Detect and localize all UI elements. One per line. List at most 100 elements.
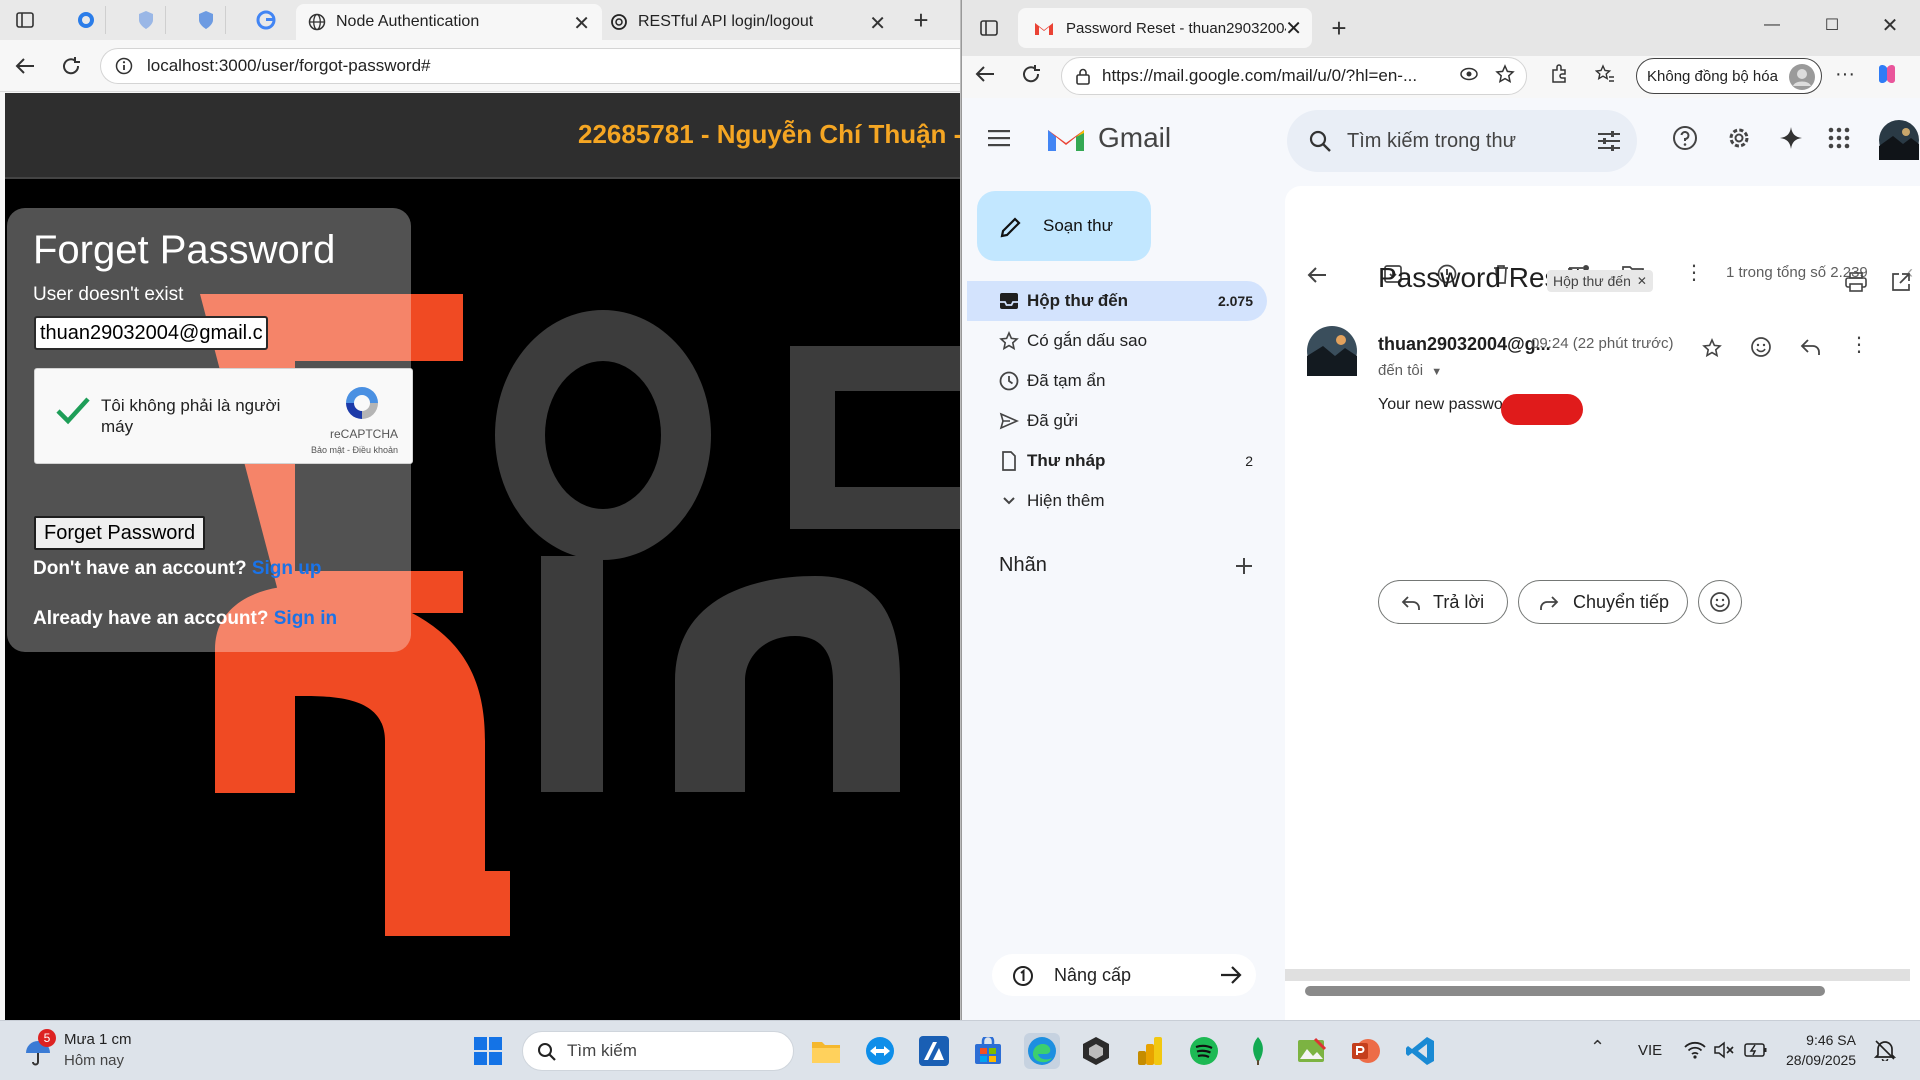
- forward-button[interactable]: Chuyển tiếp: [1518, 580, 1688, 624]
- star-icon: [999, 331, 1019, 351]
- tracking-icon[interactable]: [1452, 60, 1486, 88]
- tab-restful-api[interactable]: RESTful API login/logout ✕: [598, 4, 898, 40]
- input-language[interactable]: VIE: [1638, 1042, 1662, 1059]
- nav-item-more[interactable]: Hiện thêm: [967, 481, 1267, 521]
- nav-item-sent[interactable]: Đã gửi: [967, 401, 1267, 441]
- pinned-tab-1[interactable]: [66, 6, 106, 34]
- nav-item-snoozed[interactable]: Đã tạm ẩn: [967, 361, 1267, 401]
- powerpoint-icon[interactable]: [1348, 1033, 1384, 1069]
- pinned-tab-3[interactable]: [186, 6, 226, 34]
- copilot-icon[interactable]: [1870, 60, 1904, 88]
- battery-charging-icon[interactable]: [1744, 1041, 1768, 1059]
- reply-icon[interactable]: [1800, 338, 1820, 356]
- teamviewer-icon[interactable]: [862, 1033, 898, 1069]
- captcha-links[interactable]: Bảo mật - Điều khoản: [311, 445, 398, 455]
- help-icon[interactable]: [1668, 124, 1702, 152]
- sender-name[interactable]: thuan29032004@g...: [1378, 334, 1551, 355]
- clock-time[interactable]: 9:46 SA: [1786, 1032, 1856, 1048]
- mail-search-input[interactable]: Tìm kiếm trong thư: [1287, 110, 1637, 172]
- star-message-icon[interactable]: [1702, 338, 1722, 358]
- google-tab-icon[interactable]: [246, 6, 286, 34]
- nav-label: Thư nháp: [1027, 451, 1106, 470]
- message-view: ⋮ 1 trong tổng số 2.239 ‹ Password Reset…: [1285, 186, 1920, 1020]
- wifi-icon[interactable]: [1684, 1041, 1706, 1059]
- horizontal-scrollbar[interactable]: [1305, 986, 1825, 996]
- close-window-icon[interactable]: ✕: [1866, 10, 1914, 40]
- favorite-star-icon[interactable]: [1488, 60, 1522, 88]
- chevron-up-icon[interactable]: ⌃: [1590, 1037, 1605, 1058]
- print-icon[interactable]: [1845, 272, 1867, 292]
- refresh-icon[interactable]: [54, 52, 88, 80]
- signin-link[interactable]: Sign in: [274, 608, 337, 629]
- back-icon[interactable]: [968, 60, 1002, 88]
- clock-date[interactable]: 28/09/2025: [1786, 1052, 1856, 1068]
- back-icon[interactable]: [8, 52, 42, 80]
- favorites-icon[interactable]: [1588, 60, 1622, 88]
- remove-label-icon[interactable]: ✕: [1637, 274, 1647, 288]
- nav-count: 2.075: [1217, 293, 1253, 309]
- upgrade-button[interactable]: Nâng cấp: [992, 954, 1256, 996]
- add-label-icon[interactable]: [1234, 556, 1254, 576]
- main-menu-icon[interactable]: [982, 124, 1016, 152]
- extensions-icon[interactable]: [1542, 60, 1576, 88]
- pinned-tab-2[interactable]: [126, 6, 166, 34]
- emoji-button[interactable]: [1698, 580, 1742, 624]
- new-tab-icon[interactable]: +: [1322, 13, 1356, 43]
- forget-password-button[interactable]: Forget Password: [34, 516, 206, 550]
- more-message-options-icon[interactable]: ⋮: [1849, 332, 1869, 357]
- nav-item-starred[interactable]: Có gắn dấu sao: [967, 321, 1267, 361]
- notification-bell-icon[interactable]: [1874, 1039, 1896, 1061]
- tab-title: RESTful API login/logout: [638, 13, 814, 30]
- recaptcha-widget[interactable]: Tôi không phải là người máy reCAPTCHA Bả…: [34, 368, 413, 464]
- compose-button[interactable]: Soạn thư: [977, 191, 1151, 261]
- close-tab-icon[interactable]: ✕: [1285, 16, 1302, 41]
- nav-item-drafts[interactable]: Thư nháp 2: [967, 441, 1267, 481]
- recipient-line[interactable]: đến tôi ▼: [1378, 362, 1442, 379]
- tab-password-reset[interactable]: Password Reset - thuan29032004@gmail.com…: [1018, 8, 1312, 48]
- tab-actions-icon[interactable]: [8, 6, 42, 34]
- photo-editor-icon[interactable]: [1294, 1033, 1330, 1069]
- mongodb-icon[interactable]: [1240, 1033, 1276, 1069]
- close-tab-icon[interactable]: ✕: [869, 11, 886, 36]
- settings-gear-icon[interactable]: [1722, 124, 1756, 152]
- more-options-icon[interactable]: ···: [1828, 60, 1862, 88]
- close-tab-icon[interactable]: ✕: [573, 11, 590, 36]
- vscode-icon[interactable]: [1402, 1033, 1438, 1069]
- vertical-scroll-area: [1285, 969, 1910, 981]
- unity-hub-icon[interactable]: [1078, 1033, 1114, 1069]
- minimize-icon[interactable]: —: [1748, 10, 1796, 40]
- tab-node-authentication[interactable]: Node Authentication ✕: [296, 4, 602, 40]
- nav-item-inbox[interactable]: Hộp thư đến 2.075: [967, 281, 1267, 321]
- volume-muted-icon[interactable]: [1714, 1041, 1736, 1059]
- edge-browser-icon[interactable]: [1024, 1033, 1060, 1069]
- refresh-icon[interactable]: [1014, 60, 1048, 88]
- maximize-icon[interactable]: ☐: [1808, 10, 1856, 40]
- upgrade-icon: [1013, 966, 1033, 986]
- search-options-icon[interactable]: [1597, 130, 1621, 152]
- sync-button[interactable]: Không đồng bộ hóa: [1636, 58, 1822, 94]
- emoji-react-icon[interactable]: [1750, 336, 1772, 358]
- store-icon[interactable]: [970, 1033, 1006, 1069]
- url-input[interactable]: localhost:3000/user/forgot-password#: [100, 48, 960, 84]
- info-icon: [115, 57, 133, 75]
- open-new-window-icon[interactable]: [1891, 272, 1911, 292]
- file-explorer-icon[interactable]: [808, 1033, 844, 1069]
- taskbar-search-input[interactable]: Tìm kiếm: [522, 1031, 794, 1071]
- signup-link[interactable]: Sign up: [252, 558, 322, 579]
- tab-actions-icon[interactable]: [972, 14, 1006, 42]
- power-bi-icon[interactable]: [1132, 1033, 1168, 1069]
- account-avatar[interactable]: [1879, 120, 1919, 160]
- new-tab-icon[interactable]: +: [904, 5, 938, 35]
- more-actions-icon[interactable]: ⋮: [1684, 260, 1704, 285]
- apps-grid-icon[interactable]: [1822, 124, 1856, 152]
- back-to-inbox-icon[interactable]: [1307, 266, 1327, 284]
- left-tab-strip: Node Authentication ✕ RESTful API login/…: [0, 0, 960, 40]
- inbox-label-chip[interactable]: Hộp thư đến ✕: [1547, 270, 1653, 292]
- email-field[interactable]: [34, 316, 268, 350]
- azure-data-icon[interactable]: [916, 1033, 952, 1069]
- gemini-icon[interactable]: [1774, 124, 1808, 152]
- gmail-logo-icon: [1048, 130, 1084, 151]
- spotify-icon[interactable]: [1186, 1033, 1222, 1069]
- start-windows-icon[interactable]: [470, 1033, 506, 1069]
- reply-button[interactable]: Trả lời: [1378, 580, 1508, 624]
